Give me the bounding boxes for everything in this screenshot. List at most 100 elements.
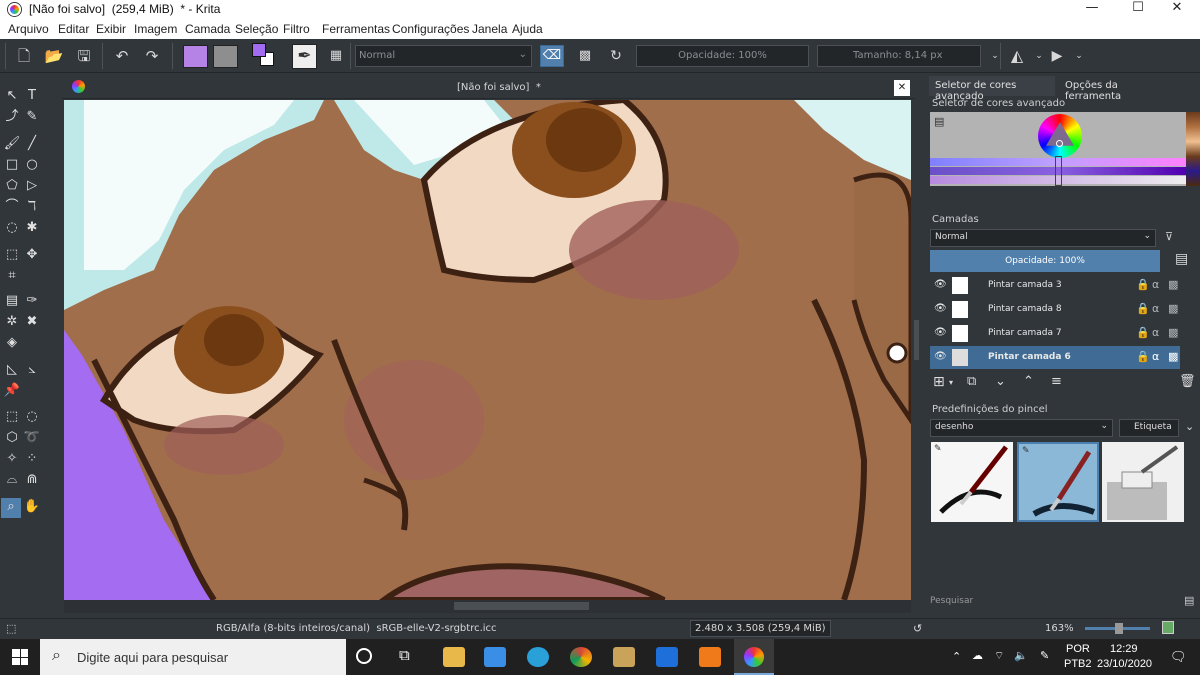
menu-editar[interactable]: Editar: [58, 22, 89, 36]
bezier-tool-icon[interactable]: ⌒: [3, 198, 21, 216]
new-document-icon[interactable]: 🗋: [13, 45, 35, 67]
minimize-button[interactable]: —: [1069, 0, 1115, 19]
alpha-lock-icon[interactable]: α: [1152, 326, 1159, 339]
tab-color-selector[interactable]: Seletor de cores avançado: [929, 76, 1055, 102]
menu-exibir[interactable]: Exibir: [96, 22, 126, 36]
inherit-alpha-icon[interactable]: ▩: [1168, 350, 1178, 363]
freehand-brush-icon[interactable]: 🖌: [3, 135, 21, 153]
move-tool-icon[interactable]: ✥: [23, 246, 41, 264]
crop-tool-icon[interactable]: ⌗: [3, 267, 21, 285]
eraser-mode-icon[interactable]: ⌫: [540, 45, 564, 67]
scrollbar-thumb[interactable]: [454, 602, 589, 610]
menu-arquivo[interactable]: Arquivo: [8, 22, 49, 36]
gradient-swatch[interactable]: [183, 45, 208, 68]
mirror-horizontal-icon[interactable]: ◭: [1006, 45, 1028, 67]
tag-button[interactable]: Etiqueta: [1119, 419, 1179, 437]
hue-wheel[interactable]: [1038, 114, 1082, 158]
assistant-tool-icon[interactable]: ◺: [3, 361, 21, 379]
zoom-tool-icon[interactable]: ⌕: [1, 498, 21, 518]
visibility-icon[interactable]: 👁: [934, 279, 947, 290]
open-document-icon[interactable]: 📂: [43, 45, 65, 67]
transform-tool-icon[interactable]: ⬚: [3, 246, 21, 264]
menu-selecao[interactable]: Seleção: [235, 22, 278, 36]
workspace-icon[interactable]: ▦: [325, 45, 347, 67]
cortana-icon[interactable]: [356, 648, 372, 664]
redo-icon[interactable]: ↷: [141, 45, 163, 67]
pen-ink-icon[interactable]: ✎: [1040, 649, 1049, 662]
chevron-down-icon[interactable]: ⌄: [1185, 420, 1194, 433]
canvas-fit-icon[interactable]: [1162, 621, 1174, 634]
mail-icon[interactable]: [656, 647, 678, 667]
task-view-icon[interactable]: ⧉: [399, 647, 410, 664]
brush-preset-ink[interactable]: ✎: [931, 442, 1013, 522]
size-slider[interactable]: Tamanho: 8,14 px: [817, 45, 981, 67]
zoom-slider[interactable]: [1085, 623, 1150, 634]
fl-studio-icon[interactable]: [699, 647, 721, 667]
windows-start-icon[interactable]: [12, 649, 28, 665]
settings-icon[interactable]: ▤: [934, 115, 944, 128]
duplicate-layer-icon[interactable]: ⧉: [967, 374, 976, 389]
smart-patch-icon[interactable]: ✖: [23, 313, 41, 331]
layer-row-selected[interactable]: 👁 Pintar camada 6 🔒 α ▩: [930, 346, 1180, 369]
ellipse-select-icon[interactable]: ◌: [23, 408, 41, 426]
visibility-icon[interactable]: 👁: [934, 327, 947, 338]
menu-camada[interactable]: Camada: [185, 22, 230, 36]
multibrush-icon[interactable]: ✱: [23, 219, 41, 237]
preserve-alpha-icon[interactable]: ▩: [574, 45, 596, 67]
polyline-tool-icon[interactable]: ▷: [23, 177, 41, 195]
filter-icon[interactable]: ⊽: [1165, 230, 1173, 243]
lock-icon[interactable]: 🔒: [1136, 278, 1150, 291]
file-explorer-icon[interactable]: [443, 647, 465, 667]
freehand-path-icon[interactable]: ℸ: [23, 198, 41, 216]
gradient-tool-icon[interactable]: ▤: [3, 292, 21, 310]
clock-date[interactable]: 23/10/2020: [1097, 658, 1152, 670]
layer-properties-icon[interactable]: ▤: [1175, 251, 1195, 271]
paint-icon[interactable]: [613, 647, 635, 667]
save-document-icon[interactable]: 🖫: [73, 45, 95, 67]
layer-opacity-slider[interactable]: Opacidade: 100%: [930, 250, 1160, 272]
delete-layer-icon[interactable]: 🗑: [1179, 374, 1196, 389]
menu-ajuda[interactable]: Ajuda: [512, 22, 543, 36]
lock-icon[interactable]: 🔒: [1136, 350, 1150, 363]
mirror-vertical-icon[interactable]: ▶: [1046, 45, 1068, 67]
add-layer-icon[interactable]: ⊞: [933, 374, 945, 390]
color-history-strip[interactable]: [1186, 112, 1200, 186]
chevron-down-icon[interactable]: ▾: [949, 378, 953, 387]
wifi-icon[interactable]: ⌔: [994, 649, 1004, 663]
zoom-slider-handle[interactable]: [1115, 623, 1123, 634]
visibility-icon[interactable]: 👁: [934, 351, 947, 362]
color-selector-panel[interactable]: ▤: [930, 112, 1186, 186]
measure-tool-icon[interactable]: ⦣: [23, 361, 41, 379]
input-language[interactable]: POR: [1066, 643, 1090, 655]
selection-mode-icon[interactable]: ⬚: [6, 622, 16, 635]
line-tool-icon[interactable]: ╱: [23, 135, 41, 153]
ellipse-tool-icon[interactable]: ○: [23, 156, 41, 174]
polygon-tool-icon[interactable]: ⬠: [3, 177, 21, 195]
taskbar-search-box[interactable]: ⌕ Digite aqui para pesquisar: [40, 639, 346, 675]
blend-mode-select[interactable]: Normal ⌄: [355, 45, 532, 67]
preset-tag-select[interactable]: desenho ⌄: [930, 419, 1113, 437]
keyboard-layout[interactable]: PTB2: [1064, 658, 1092, 670]
brush-preset-wet[interactable]: ✎: [1017, 442, 1099, 522]
menu-ferramentas[interactable]: Ferramentas: [322, 22, 390, 36]
layer-properties-icon[interactable]: ≡: [1051, 374, 1062, 389]
bezier-select-icon[interactable]: ⌓: [3, 471, 21, 489]
pattern-swatch[interactable]: [213, 45, 238, 68]
freehand-select-icon[interactable]: ➰: [23, 429, 41, 447]
edit-shapes-icon[interactable]: ⤴: [3, 108, 21, 126]
rotate-canvas-icon[interactable]: ↺: [913, 622, 922, 635]
lock-icon[interactable]: 🔒: [1136, 302, 1150, 315]
similar-select-icon[interactable]: ⁘: [23, 450, 41, 468]
fill-tool-icon[interactable]: ◈: [3, 334, 21, 352]
select-shapes-icon[interactable]: ↖: [3, 87, 21, 105]
chevron-up-icon[interactable]: ⌃: [952, 650, 961, 663]
close-window-button[interactable]: ✕: [1154, 0, 1200, 19]
chrome-icon[interactable]: [570, 647, 592, 667]
visibility-icon[interactable]: 👁: [934, 303, 947, 314]
color-picker-icon[interactable]: ✑: [23, 292, 41, 310]
menu-janela[interactable]: Janela: [472, 22, 507, 36]
close-document-button[interactable]: ✕: [894, 80, 910, 96]
colorize-mask-icon[interactable]: ✲: [3, 313, 21, 331]
rectangle-tool-icon[interactable]: □: [3, 156, 21, 174]
lock-icon[interactable]: 🔒: [1136, 326, 1150, 339]
